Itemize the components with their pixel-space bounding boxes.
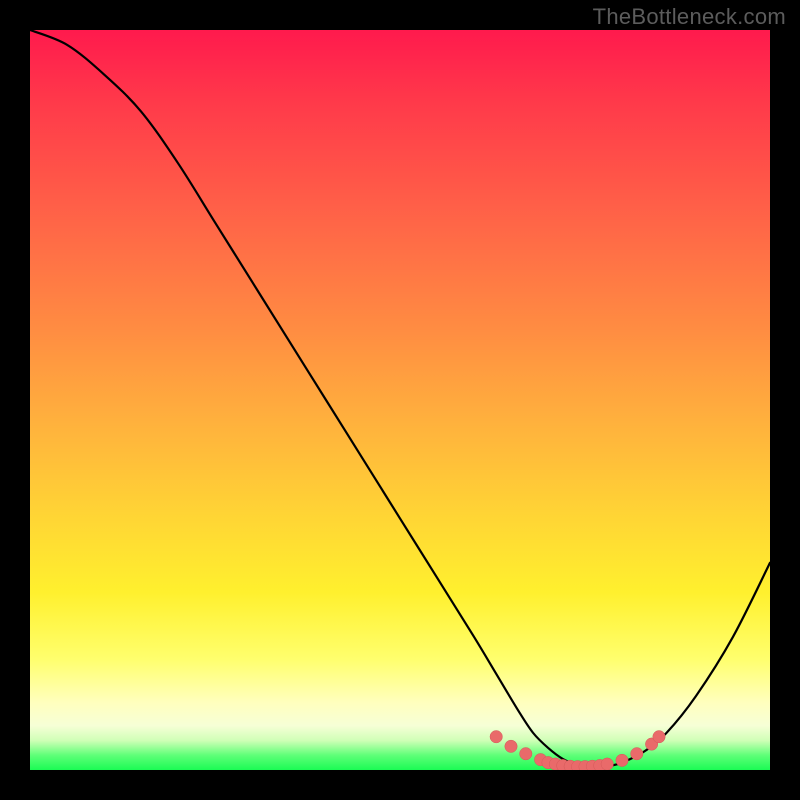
chart-frame: TheBottleneck.com bbox=[0, 0, 800, 800]
highlight-dot bbox=[490, 731, 502, 743]
highlight-dot bbox=[616, 754, 628, 766]
minimum-band-dots bbox=[490, 731, 665, 771]
bottleneck-curve bbox=[30, 30, 770, 767]
highlight-dot bbox=[520, 748, 532, 760]
highlight-dot bbox=[653, 731, 665, 743]
watermark: TheBottleneck.com bbox=[593, 4, 786, 30]
chart-svg bbox=[30, 30, 770, 770]
highlight-dot bbox=[631, 748, 643, 760]
highlight-dot bbox=[505, 740, 517, 752]
plot-area bbox=[30, 30, 770, 770]
highlight-dot bbox=[601, 758, 613, 770]
